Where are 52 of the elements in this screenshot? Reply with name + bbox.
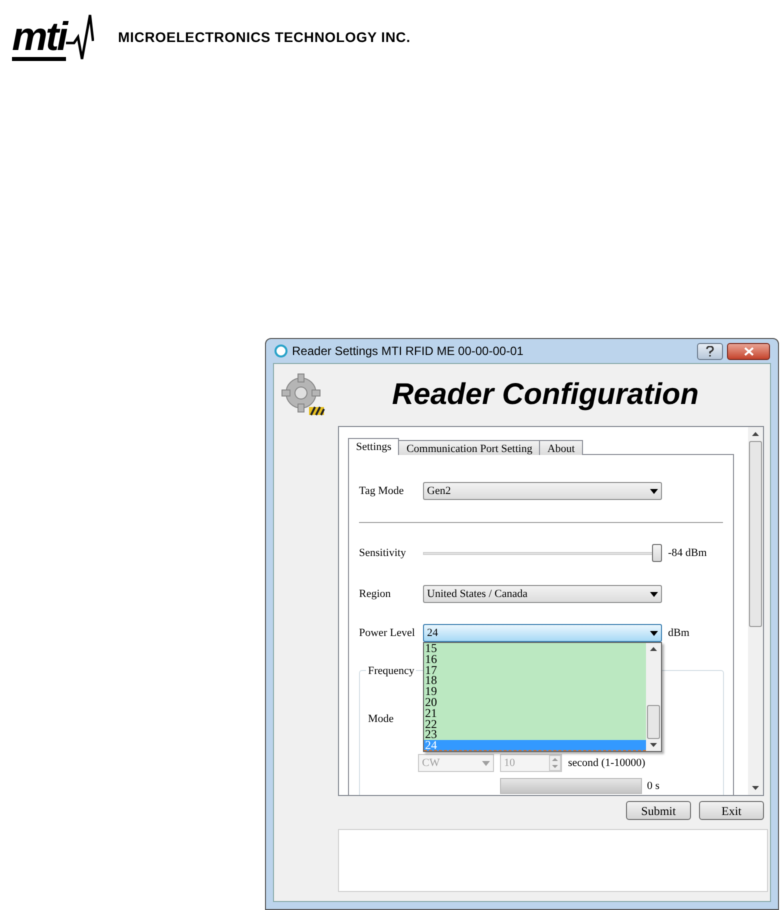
list-option[interactable]: 23 <box>424 729 646 740</box>
list-option[interactable]: 19 <box>424 686 646 697</box>
company-name: MICROELECTRONICS TECHNOLOGY INC. <box>118 28 411 46</box>
window-title: Reader Settings MTI RFID ME 00-00-00-01 <box>292 343 524 360</box>
help-button[interactable] <box>697 342 723 360</box>
scroll-thumb[interactable] <box>647 705 660 739</box>
elapsed-reading: 0 s <box>647 778 660 794</box>
tag-mode-dropdown[interactable]: Gen2 <box>423 482 662 500</box>
region-dropdown[interactable]: United States / Canada <box>423 585 662 603</box>
field-label: Mode <box>368 712 394 727</box>
list-option[interactable]: 21 <box>424 708 646 719</box>
ring-app-icon <box>274 344 288 358</box>
caret-icon <box>650 592 658 596</box>
dialog-button[interactable]: Submit <box>626 801 691 820</box>
duration-unit: second (1-10000) <box>568 756 646 771</box>
question-mark-icon <box>706 346 714 356</box>
power-level-dropdown[interactable]: 24 <box>423 624 662 642</box>
spin-arrows-icon <box>549 755 561 771</box>
field-label: Power Level <box>359 626 416 641</box>
pulse-logo-icon <box>66 13 94 61</box>
scroll-thumb[interactable] <box>749 441 762 627</box>
sensitivity-slider[interactable] <box>423 544 662 562</box>
caret-icon <box>650 630 658 636</box>
gear-icon <box>281 373 325 417</box>
list-option[interactable]: 20 <box>424 696 646 708</box>
tab[interactable]: About <box>539 440 583 455</box>
scroll-down-icon <box>752 786 759 790</box>
close-icon <box>744 346 754 356</box>
field-label: Region <box>359 586 392 602</box>
tab[interactable]: Settings <box>348 438 400 455</box>
close-button[interactable] <box>727 342 770 360</box>
slider-thumb[interactable] <box>652 544 662 562</box>
list-option[interactable]: 15 <box>424 643 646 654</box>
field-label: Tag Mode <box>359 484 405 499</box>
scroll-down-icon <box>650 743 657 747</box>
list-option[interactable]: 17 <box>424 664 646 676</box>
list-scrollbar[interactable] <box>646 643 661 751</box>
list-option[interactable]: 18 <box>424 675 646 686</box>
panel-scrollbar[interactable] <box>748 427 763 795</box>
list-option[interactable]: 16 <box>424 654 646 665</box>
caret-icon <box>482 760 490 766</box>
scroll-up-icon <box>752 432 759 436</box>
dialog-button[interactable]: Exit <box>699 801 764 820</box>
caret-icon <box>650 488 658 494</box>
reader-configuration-heading: Reader Configuration <box>392 380 699 410</box>
scroll-up-icon <box>650 647 657 651</box>
sensitivity-reading: -84 dBm <box>668 546 707 561</box>
logo-text: mti <box>12 17 66 61</box>
field-label: Sensitivity <box>359 546 408 561</box>
unit-label: dBm <box>668 626 690 641</box>
list-option[interactable]: 22 <box>424 718 646 730</box>
tab[interactable]: Communication Port Setting <box>398 440 540 455</box>
